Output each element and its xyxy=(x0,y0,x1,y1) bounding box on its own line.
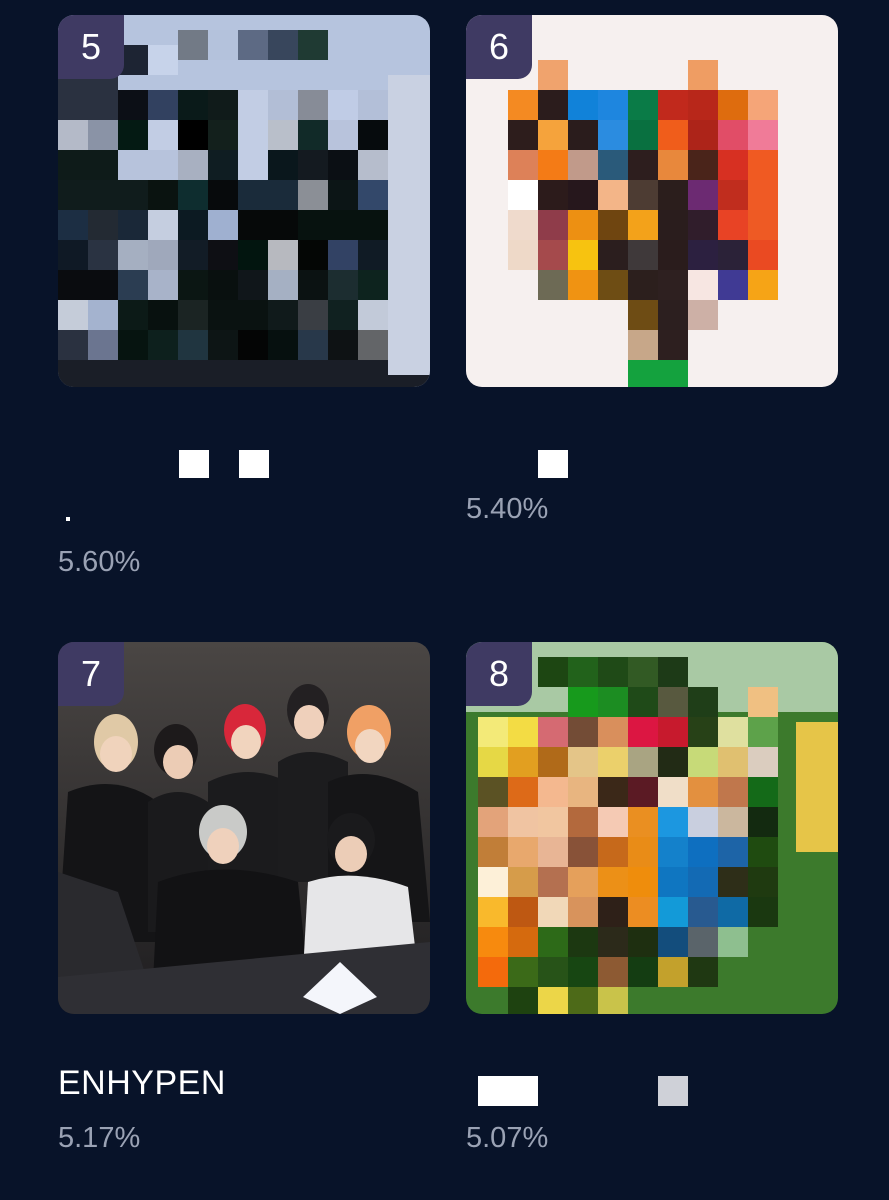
artist-name: ENHYPEN xyxy=(58,1064,226,1102)
redaction-block xyxy=(66,517,70,521)
vote-percentage: 5.60% xyxy=(58,546,141,578)
redaction-block xyxy=(179,450,209,478)
vote-percentage: 5.17% xyxy=(58,1122,141,1154)
ranking-card-8[interactable]: 8 5.07% xyxy=(466,642,838,1154)
ranking-card-6[interactable]: 6 5.40% xyxy=(466,15,838,525)
rank-badge: 5 xyxy=(58,15,124,79)
artist-photo[interactable]: 7 xyxy=(58,642,430,1014)
rank-badge: 6 xyxy=(466,15,532,79)
artist-photo-pixelated[interactable]: 5 xyxy=(58,15,430,387)
redaction-block xyxy=(239,450,269,478)
rank-badge: 8 xyxy=(466,642,532,706)
redaction-block xyxy=(658,1076,688,1106)
artist-photo-pixelated[interactable]: 6 xyxy=(466,15,838,387)
vote-percentage: 5.40% xyxy=(466,493,549,525)
redaction-block xyxy=(538,450,568,478)
ranking-card-7[interactable]: 7 ENHYPEN 5.17% xyxy=(58,642,430,1154)
redaction-block xyxy=(478,1076,538,1106)
artist-photo-pixelated[interactable]: 8 xyxy=(466,642,838,1014)
rank-badge: 7 xyxy=(58,642,124,706)
vote-percentage: 5.07% xyxy=(466,1122,549,1154)
ranking-card-5[interactable]: 5 5.60% xyxy=(58,15,430,578)
